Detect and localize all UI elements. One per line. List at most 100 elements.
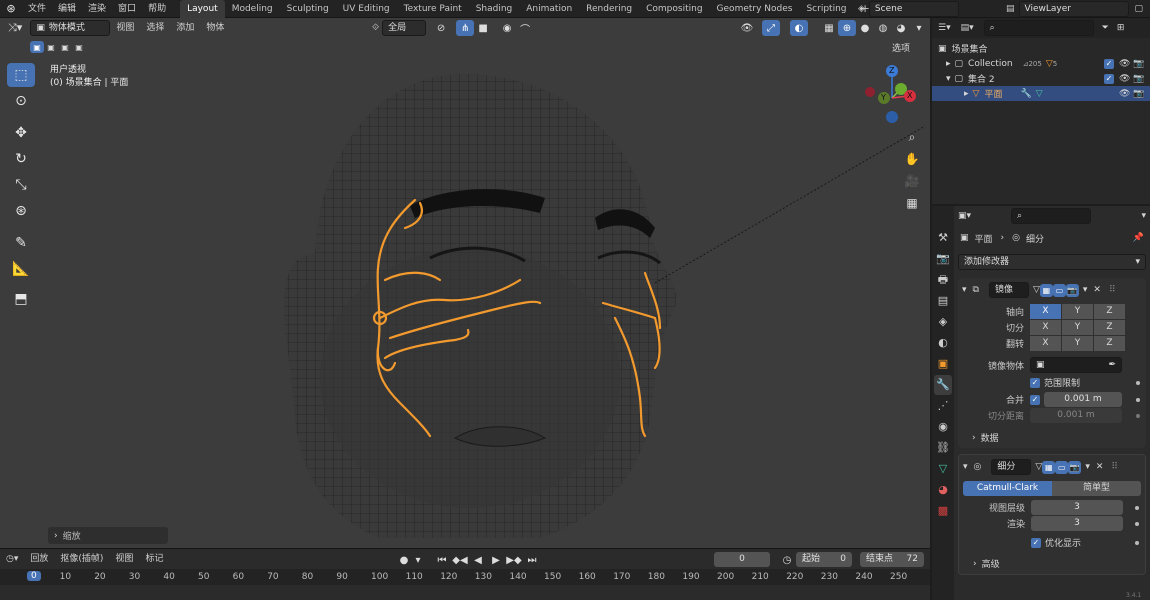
record-icon[interactable]: ●	[395, 552, 413, 568]
menu-edit[interactable]: 编辑	[52, 0, 82, 18]
subsurf-name-field[interactable]: 细分	[991, 459, 1032, 475]
eyedropper-icon[interactable]: ✒	[1108, 358, 1116, 372]
collapse-arrow-icon[interactable]: ▾	[963, 462, 968, 472]
cursor-tool-icon[interactable]: ⊙	[7, 89, 35, 113]
shading-options-icon[interactable]: ▾	[910, 20, 928, 36]
scene-tab-icon[interactable]: ◈	[934, 312, 952, 332]
jump-end-icon[interactable]: ⏭	[523, 552, 541, 568]
tab-uv-editing[interactable]: UV Editing	[336, 0, 397, 18]
tab-scripting[interactable]: Scripting	[799, 0, 853, 18]
constraints-tab-icon[interactable]: ⛓	[934, 438, 952, 458]
show-render-icon[interactable]: 📷	[1065, 283, 1079, 297]
menu-help[interactable]: 帮助	[142, 0, 172, 18]
play-reverse-icon[interactable]: ◀	[469, 552, 487, 568]
camera-view-icon[interactable]: 🎥	[903, 170, 921, 192]
edit-mode-cage-icon[interactable]: ▽	[1033, 285, 1040, 295]
collection-2-render-icon[interactable]: 📷	[1133, 74, 1144, 84]
pin-icon[interactable]: 📌	[1133, 233, 1144, 243]
show-render-icon[interactable]: 📷	[1068, 460, 1082, 474]
view-layer-field[interactable]: ViewLayer	[1018, 1, 1129, 17]
remove-mirror-icon[interactable]: ✕	[1093, 285, 1101, 295]
props-options-icon[interactable]: ▾	[1141, 211, 1146, 221]
outliner-editor-icon[interactable]: ☰▾	[938, 23, 951, 33]
tab-compositing[interactable]: Compositing	[639, 0, 709, 18]
expand-arrow-icon[interactable]: ▸	[946, 59, 951, 69]
select-subtract-icon[interactable]: ▣	[58, 41, 72, 53]
keyframe-dot-icon[interactable]	[1136, 380, 1140, 385]
mirror-object-field[interactable]: ▣ ✒	[1030, 357, 1122, 373]
drag-handle-icon[interactable]: ⠿	[1109, 285, 1116, 295]
falloff-icon[interactable]: ⌒	[516, 20, 534, 36]
timeline-view-menu[interactable]: 视图	[109, 549, 139, 569]
play-icon[interactable]: ▶	[487, 552, 505, 568]
menu-add[interactable]: 添加	[170, 18, 200, 38]
playback-menu[interactable]: 回放	[24, 549, 54, 569]
outliner-row-collection-2[interactable]: ▾ ▢ 集合 2 ✓ 👁 📷	[932, 71, 1150, 86]
blender-logo-icon[interactable]: ⊛	[0, 2, 22, 15]
properties-search-field[interactable]: ⌕	[1011, 208, 1092, 224]
collapse-arrow-icon[interactable]: ▾	[962, 285, 967, 295]
end-frame-field[interactable]: 结束点 72	[860, 552, 924, 567]
bisect-distance-field[interactable]: 0.001 m	[1030, 408, 1122, 423]
physics-tab-icon[interactable]: ◉	[934, 417, 952, 437]
perspective-grid-icon[interactable]: ▦	[903, 192, 921, 214]
gizmo-toggle-icon[interactable]: ⤢	[762, 20, 780, 36]
zoom-icon[interactable]: ⌕	[903, 126, 921, 148]
plane-visibility-icon[interactable]: 👁	[1119, 89, 1130, 99]
timeline-editor-icon[interactable]: ◷▾	[6, 554, 18, 564]
simple-button[interactable]: 简单型	[1052, 481, 1141, 496]
last-operation-panel[interactable]: › 缩放	[48, 527, 168, 544]
flip-y-toggle[interactable]: Y	[1062, 336, 1093, 351]
rotate-tool-icon[interactable]: ↻	[7, 147, 35, 171]
material-shading-icon[interactable]: ◍	[874, 20, 892, 36]
modifier-tab-icon[interactable]: 🔧	[934, 375, 952, 395]
menu-render[interactable]: 渲染	[82, 0, 112, 18]
mode-selector[interactable]: ▣ 物体模式	[30, 20, 111, 36]
particles-tab-icon[interactable]: ⋰	[934, 396, 952, 416]
edit-mode-cage-icon[interactable]: ▽	[1035, 462, 1042, 472]
render-levels-field[interactable]: 3	[1031, 516, 1123, 531]
axis-y-toggle[interactable]: Y	[1062, 304, 1093, 319]
tool-tab-icon[interactable]: ⚒	[934, 228, 952, 248]
bisect-x-toggle[interactable]: X	[1030, 320, 1061, 335]
scene-name-field[interactable]: Scene	[868, 1, 959, 17]
tab-modeling[interactable]: Modeling	[225, 0, 280, 18]
flip-z-toggle[interactable]: Z	[1094, 336, 1125, 351]
current-frame-field[interactable]: 0	[714, 552, 770, 567]
new-collection-icon[interactable]: ⊞	[1117, 23, 1125, 33]
object-tab-icon[interactable]: ▣	[934, 354, 952, 374]
prev-keyframe-icon[interactable]: ◆◀	[451, 552, 469, 568]
annotate-tool-icon[interactable]: ✎	[7, 231, 35, 255]
keyframe-dot-icon[interactable]	[1135, 505, 1139, 510]
scale-tool-icon[interactable]: ⤡	[7, 173, 35, 197]
timeline-scrollbar[interactable]	[0, 587, 930, 599]
tab-layout[interactable]: Layout	[180, 0, 225, 18]
output-tab-icon[interactable]: 🖶	[934, 270, 952, 290]
tab-shading[interactable]: Shading	[469, 0, 520, 18]
menu-file[interactable]: 文件	[22, 0, 52, 18]
tab-texture-paint[interactable]: Texture Paint	[397, 0, 469, 18]
snap-target-icon[interactable]: ■	[474, 20, 492, 36]
show-in-editmode-icon[interactable]: ▦	[1039, 283, 1053, 297]
keyframe-dot-icon[interactable]	[1136, 397, 1140, 402]
editor-type-icon[interactable]: ⤨▾	[8, 21, 22, 35]
show-viewport-icon[interactable]: ▭	[1055, 460, 1069, 474]
jump-start-icon[interactable]: ⏮	[433, 552, 451, 568]
next-keyframe-icon[interactable]: ▶◆	[505, 552, 523, 568]
wireframe-shading-icon[interactable]: ⊕	[838, 20, 856, 36]
collection-checkbox[interactable]: ✓	[1104, 58, 1114, 69]
rendered-shading-icon[interactable]: ◕	[892, 20, 910, 36]
remove-subsurf-icon[interactable]: ✕	[1096, 462, 1104, 472]
overlay-toggle-icon[interactable]: ◐	[790, 20, 808, 36]
levels-viewport-field[interactable]: 3	[1031, 500, 1123, 515]
mirror-dropdown-icon[interactable]: ▾	[1083, 285, 1088, 295]
show-viewport-icon[interactable]: ▭	[1052, 283, 1066, 297]
expand-arrow-icon[interactable]: ▸	[964, 89, 969, 99]
plane-render-icon[interactable]: 📷	[1133, 89, 1144, 99]
mirror-data-subpanel[interactable]: › 数据	[962, 431, 1142, 445]
collection-2-checkbox[interactable]: ✓	[1104, 73, 1114, 84]
collapse-arrow-icon[interactable]: ▾	[946, 74, 951, 84]
snap-icon[interactable]: ⋔	[456, 20, 475, 36]
menu-window[interactable]: 窗口	[112, 0, 142, 18]
data-tab-icon[interactable]: ▽	[934, 459, 952, 479]
